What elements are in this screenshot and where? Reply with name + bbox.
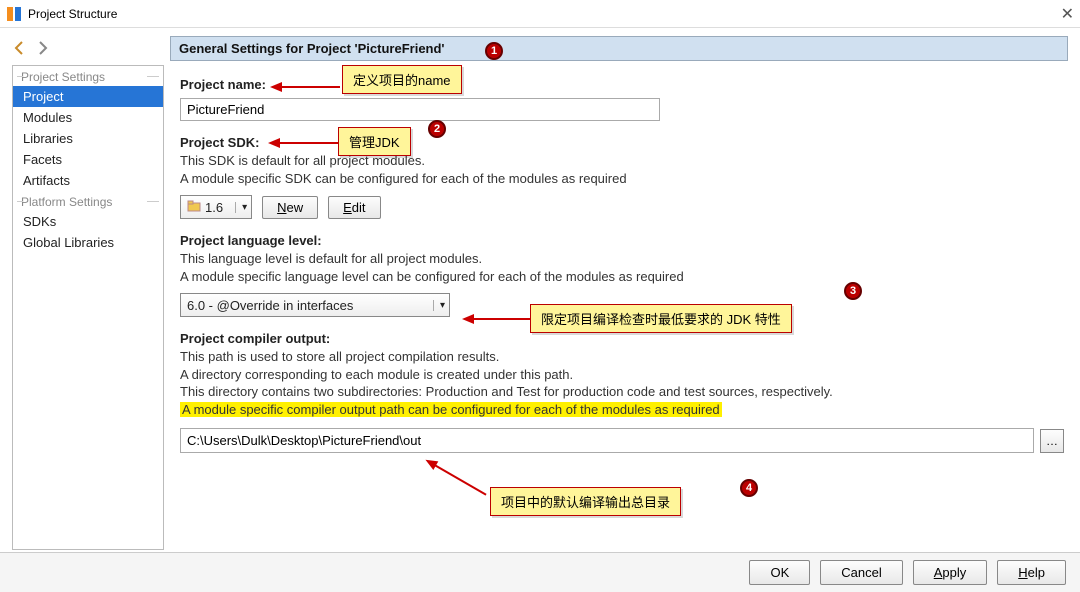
window-title: Project Structure <box>28 7 117 21</box>
sidebar-toolbar <box>12 40 164 59</box>
annotation-arrow-3 <box>462 312 532 329</box>
sidebar-item-sdks[interactable]: SDKs <box>13 211 163 232</box>
sidebar-item-modules[interactable]: Modules <box>13 107 163 128</box>
sdk-combo[interactable]: 1.6 ▾ <box>180 195 252 219</box>
sidebar: Project Settings Project Modules Librari… <box>12 65 164 550</box>
compiler-output-input[interactable] <box>180 428 1034 453</box>
compiler-desc1: This path is used to store all project c… <box>180 348 1064 366</box>
annotation-badge-1: 1 <box>485 42 503 60</box>
compiler-desc4: A module specific compiler output path c… <box>180 401 1064 419</box>
lang-desc1: This language level is default for all p… <box>180 250 1064 268</box>
compiler-output-label: Project compiler output: <box>180 331 1064 346</box>
forward-icon[interactable] <box>34 40 50 59</box>
lang-level-label: Project language level: <box>180 233 1064 248</box>
annotation-3: 限定项目编译检查时最低要求的 JDK 特性 <box>530 304 792 333</box>
lang-level-selected: 6.0 - @Override in interfaces <box>187 298 353 313</box>
chevron-down-icon: ▾ <box>235 202 247 213</box>
dialog-footer: OK Cancel Apply Help <box>0 552 1080 592</box>
sidebar-item-artifacts[interactable]: Artifacts <box>13 170 163 191</box>
sidebar-group-platform: Platform Settings <box>13 191 163 211</box>
annotation-2: 管理JDK <box>338 127 411 156</box>
lang-desc2: A module specific language level can be … <box>180 268 1064 286</box>
app-icon <box>6 6 22 22</box>
ok-button[interactable]: OK <box>749 560 810 585</box>
annotation-4: 项目中的默认编译输出总目录 <box>490 487 681 516</box>
sidebar-group-project: Project Settings <box>13 66 163 86</box>
help-button[interactable]: Help <box>997 560 1066 585</box>
browse-button[interactable]: … <box>1040 429 1064 453</box>
sdk-selected: 1.6 <box>205 200 223 215</box>
section-header: General Settings for Project 'PictureFri… <box>170 36 1068 61</box>
sidebar-item-global-libraries[interactable]: Global Libraries <box>13 232 163 253</box>
sidebar-item-libraries[interactable]: Libraries <box>13 128 163 149</box>
compiler-desc2: A directory corresponding to each module… <box>180 366 1064 384</box>
annotation-1: 定义项目的name <box>342 65 462 94</box>
annotation-arrow-1 <box>270 80 340 97</box>
new-sdk-button[interactable]: New <box>262 196 318 219</box>
annotation-arrow-2 <box>268 136 338 153</box>
sdk-desc2: A module specific SDK can be configured … <box>180 170 1064 188</box>
sidebar-item-facets[interactable]: Facets <box>13 149 163 170</box>
compiler-desc3: This directory contains two subdirectori… <box>180 383 1064 401</box>
close-icon[interactable]: ✕ <box>1061 4 1074 24</box>
sidebar-item-project[interactable]: Project <box>13 86 163 107</box>
cancel-button[interactable]: Cancel <box>820 560 902 585</box>
back-icon[interactable] <box>12 40 28 59</box>
edit-sdk-button[interactable]: Edit <box>328 196 380 219</box>
annotation-badge-3: 3 <box>844 282 862 300</box>
folder-icon <box>187 199 201 216</box>
annotation-badge-2: 2 <box>428 120 446 138</box>
chevron-down-icon: ▾ <box>433 300 445 311</box>
apply-button[interactable]: Apply <box>913 560 988 585</box>
lang-level-combo[interactable]: 6.0 - @Override in interfaces ▾ <box>180 293 450 317</box>
sdk-desc1: This SDK is default for all project modu… <box>180 152 1064 170</box>
titlebar: Project Structure ✕ <box>0 0 1080 28</box>
project-name-input[interactable] <box>180 98 660 121</box>
annotation-badge-4: 4 <box>740 479 758 497</box>
